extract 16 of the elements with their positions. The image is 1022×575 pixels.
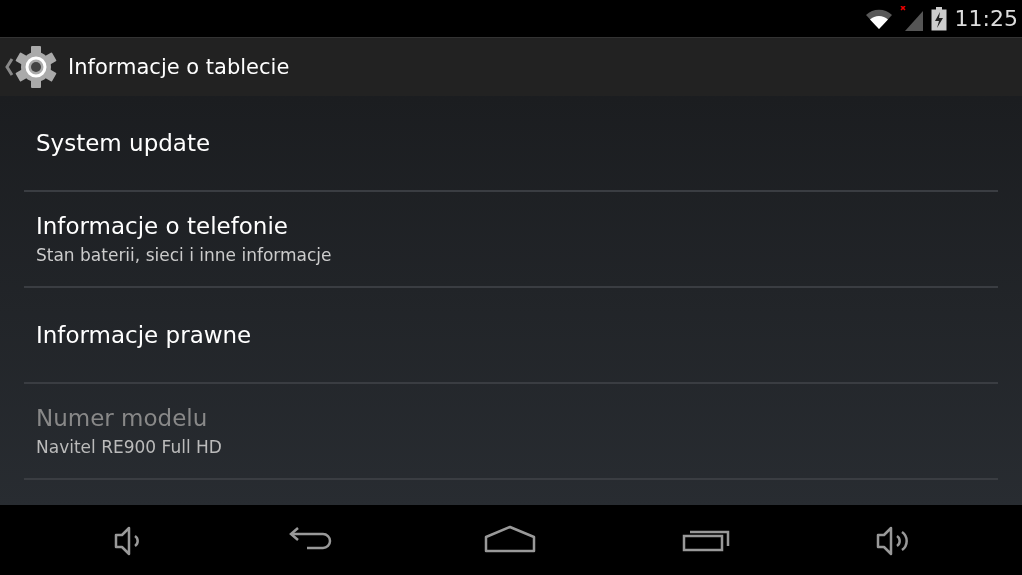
item-title: System update xyxy=(36,130,212,156)
gear-icon xyxy=(14,45,58,89)
settings-item[interactable]: System update xyxy=(24,96,998,192)
item-title: Numer modelu xyxy=(36,405,209,431)
screen-title: Informacje o tablecie xyxy=(68,55,290,79)
chevron-left-icon xyxy=(4,57,14,77)
item-title: Informacje prawne xyxy=(36,322,253,348)
item-title: Informacje o telefonie xyxy=(36,213,289,239)
wifi-icon xyxy=(864,7,893,30)
signal-icon xyxy=(898,5,925,32)
battery-charging-icon xyxy=(930,6,947,31)
settings-item[interactable]: Informacje o telefonie Stan baterii, sieci i inne informacje xyxy=(24,192,998,288)
item-summary: Navitel RE900 Full HD xyxy=(36,437,223,457)
item-summary: Stan baterii, sieci i inne informacje xyxy=(36,245,333,265)
settings-item[interactable]: Informacje prawne xyxy=(24,288,998,384)
clock: 11:25 xyxy=(954,6,1018,31)
